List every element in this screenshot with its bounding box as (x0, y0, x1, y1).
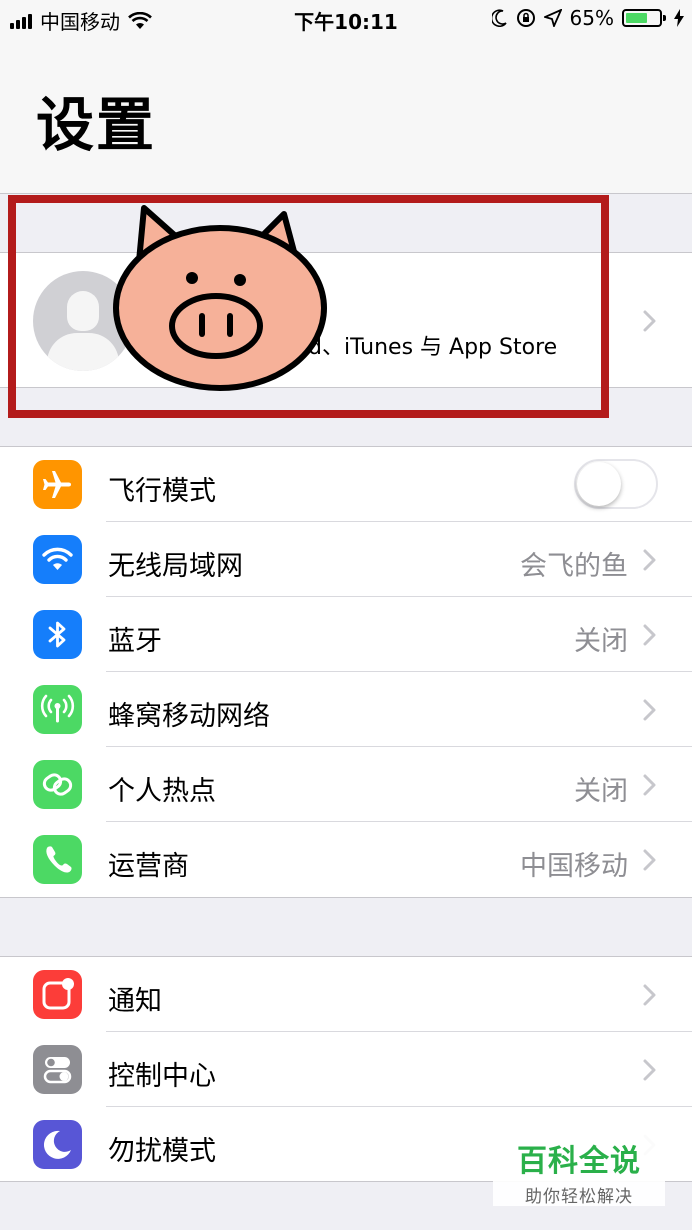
chevron-right-icon (643, 624, 656, 646)
wifi-icon (33, 535, 82, 584)
chevron-right-icon (643, 774, 656, 796)
airplane-mode-toggle[interactable] (574, 459, 658, 509)
chevron-right-icon (643, 310, 656, 332)
settings-row-cellular[interactable]: 蜂窝移动网络 (0, 672, 692, 747)
antenna-icon (33, 685, 82, 734)
battery-icon (622, 9, 666, 27)
settings-row-carrier[interactable]: 运营商 中国移动 (0, 822, 692, 897)
row-value: 中国移动 (520, 851, 628, 882)
row-value: 会飞的鱼 (520, 551, 628, 582)
chevron-right-icon (643, 549, 656, 571)
chevron-right-icon (643, 1059, 656, 1081)
row-label: 蜂窝移动网络 (108, 701, 270, 732)
row-value: 关闭 (574, 626, 628, 657)
chevron-right-icon (643, 699, 656, 721)
settings-row-airplane[interactable]: 飞行模式 (0, 447, 692, 522)
row-label: 通知 (108, 986, 162, 1017)
bluetooth-icon (33, 610, 82, 659)
row-label: 个人热点 (108, 776, 216, 807)
location-icon (543, 9, 562, 27)
rotation-lock-icon (516, 9, 535, 27)
airplane-icon (33, 460, 82, 509)
moon-icon (491, 9, 507, 27)
settings-row-bluetooth[interactable]: 蓝牙 关闭 (0, 597, 692, 672)
pig-face-sticker (113, 205, 327, 391)
watermark-title: 百科全说 (517, 1144, 641, 1179)
moon-icon (33, 1120, 82, 1169)
row-label: 运营商 (108, 851, 189, 882)
phone-icon (33, 835, 82, 884)
notification-icon (33, 970, 82, 1019)
hotspot-icon (33, 760, 82, 809)
connectivity-group: 飞行模式 无线局域网 会飞的鱼 蓝牙 关闭 蜂窝移动网络 个人热点 关闭 运营商… (0, 446, 692, 898)
row-label: 无线局域网 (108, 551, 243, 582)
row-label: 蓝牙 (108, 626, 162, 657)
status-right: 65% (491, 6, 684, 30)
chevron-right-icon (643, 984, 656, 1006)
charging-icon (674, 9, 684, 27)
row-label: 飞行模式 (108, 476, 216, 507)
settings-row-control-center[interactable]: 控制中心 (0, 1032, 692, 1107)
row-label: 控制中心 (108, 1061, 216, 1092)
status-bar: 中国移动 下午10:11 65% (0, 0, 692, 36)
settings-row-notifications[interactable]: 通知 (0, 957, 692, 1032)
watermark-subtitle: 助你轻松解决 (525, 1187, 633, 1207)
switches-icon (33, 1045, 82, 1094)
watermark-logo: 百科全说 助你轻松解决 (493, 1132, 665, 1207)
row-value: 关闭 (574, 776, 628, 807)
chevron-right-icon (643, 849, 656, 871)
settings-row-wifi[interactable]: 无线局域网 会飞的鱼 (0, 522, 692, 597)
settings-row-hotspot[interactable]: 个人热点 关闭 (0, 747, 692, 822)
battery-percent: 65% (569, 6, 614, 30)
row-label: 勿扰模式 (108, 1136, 216, 1167)
page-title: 设置 (36, 91, 157, 159)
